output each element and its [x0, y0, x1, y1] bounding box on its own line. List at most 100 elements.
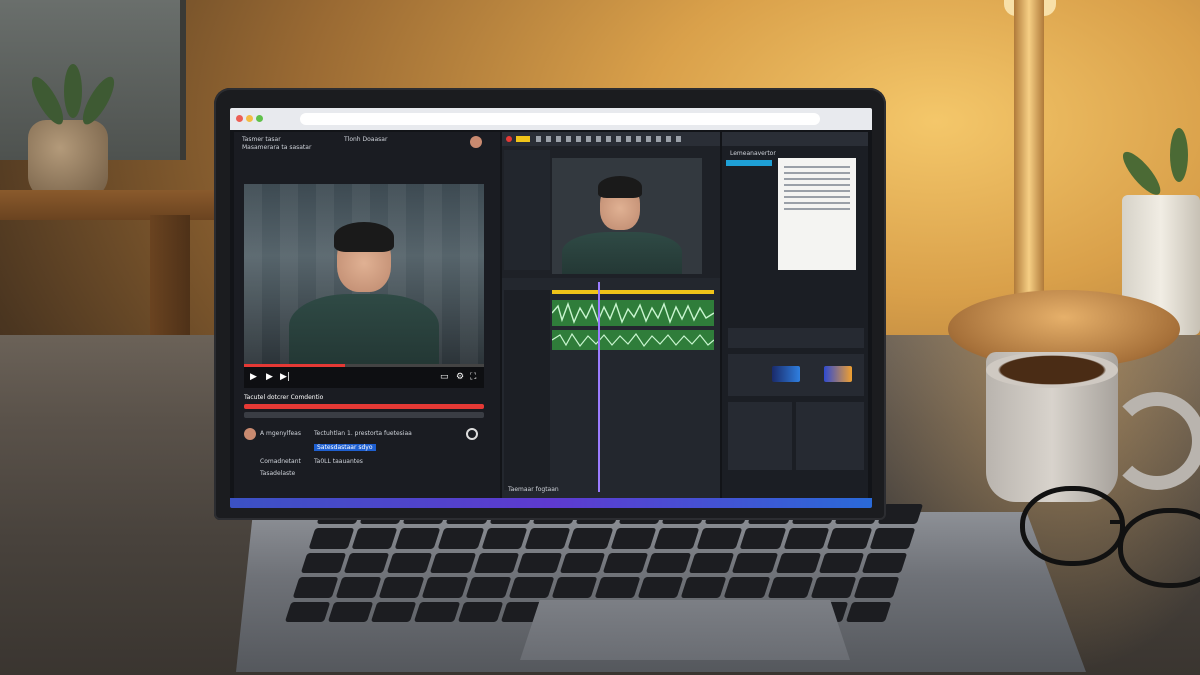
- video-editor-pane: Taemaar fogtaan: [502, 132, 720, 502]
- comment-text: Tectuhtlan 1. prestorta fuetesiaa: [314, 430, 412, 437]
- keyboard-key[interactable]: [696, 528, 743, 549]
- doc-line: [784, 184, 850, 186]
- editor-toolbar: [502, 132, 720, 146]
- keyboard-key[interactable]: [853, 577, 900, 598]
- keyboard-key[interactable]: [767, 577, 814, 598]
- audio-waveform-2[interactable]: [552, 330, 714, 350]
- keyboard-key[interactable]: [327, 601, 374, 622]
- record-icon[interactable]: [506, 136, 512, 142]
- keyboard-key[interactable]: [681, 577, 727, 598]
- preview-person-shirt: [562, 232, 682, 274]
- doc-line: [784, 172, 850, 174]
- keyboard-key[interactable]: [394, 528, 441, 549]
- keyboard-key[interactable]: [379, 577, 425, 598]
- keyboard-key[interactable]: [524, 528, 571, 549]
- document-list-selected[interactable]: [726, 160, 772, 166]
- orange-thumbnail[interactable]: [824, 366, 852, 382]
- keyboard-key[interactable]: [845, 601, 892, 622]
- video-frame[interactable]: [244, 184, 484, 364]
- keyboard-key[interactable]: [516, 552, 563, 574]
- keyboard-key[interactable]: [732, 552, 778, 574]
- channel-name[interactable]: Tlonh Doaasar: [344, 136, 424, 143]
- playhead[interactable]: [598, 282, 600, 492]
- skip-icon[interactable]: ▶|: [280, 372, 290, 382]
- keyboard-key[interactable]: [818, 552, 865, 574]
- comment-input[interactable]: [244, 412, 484, 418]
- keyboard-key[interactable]: [724, 577, 770, 598]
- keyboard-key[interactable]: [284, 601, 331, 622]
- keyboard-key[interactable]: [371, 601, 417, 622]
- player-controls: ▶ ▶ ▶| ▭ ⚙ ⛶: [244, 364, 484, 388]
- settings-icon[interactable]: ⚙: [456, 372, 464, 382]
- keyboard-key[interactable]: [688, 552, 735, 574]
- comment-highlight-bar: [244, 404, 484, 409]
- keyboard-key[interactable]: [637, 577, 684, 598]
- keyboard-key[interactable]: [308, 528, 355, 549]
- clip-list-right[interactable]: [796, 402, 864, 470]
- keyboard-key[interactable]: [594, 577, 641, 598]
- captions-icon[interactable]: ▭: [440, 372, 449, 382]
- audio-waveform-1[interactable]: [552, 300, 714, 326]
- preview-person-hair: [598, 176, 642, 198]
- avatar[interactable]: [470, 136, 482, 148]
- minimize-window-icon[interactable]: [246, 115, 253, 122]
- keyboard-key[interactable]: [465, 577, 512, 598]
- keyboard-key[interactable]: [610, 528, 657, 549]
- lamp-pole: [1014, 0, 1044, 300]
- keyboard-key[interactable]: [869, 528, 916, 549]
- keyboard-key[interactable]: [602, 552, 649, 574]
- keyboard-key[interactable]: [653, 528, 700, 549]
- play-icon[interactable]: ▶: [250, 372, 257, 382]
- plant-leaf: [1170, 128, 1188, 182]
- keyboard-key[interactable]: [551, 577, 598, 598]
- clip-list-left[interactable]: [728, 402, 792, 470]
- keyboard-key[interactable]: [343, 552, 390, 574]
- track-list[interactable]: [504, 290, 550, 490]
- keyboard-key[interactable]: [457, 601, 504, 622]
- keyboard-key[interactable]: [414, 601, 461, 622]
- document-toolbar: [722, 132, 868, 146]
- keyboard-key[interactable]: [438, 528, 484, 549]
- keyboard-key[interactable]: [386, 552, 433, 574]
- fullscreen-icon[interactable]: ⛶: [470, 372, 476, 382]
- keyboard-key[interactable]: [740, 528, 786, 549]
- blue-thumbnail[interactable]: [772, 366, 800, 382]
- keyboard-key[interactable]: [826, 528, 873, 549]
- keyboard-key[interactable]: [422, 577, 468, 598]
- document-page[interactable]: [778, 158, 856, 270]
- keyboard-key[interactable]: [508, 577, 555, 598]
- keyboard-key[interactable]: [473, 552, 520, 574]
- keyboard-key[interactable]: [430, 552, 476, 574]
- keyboard-key[interactable]: [645, 552, 692, 574]
- media-bin[interactable]: [504, 150, 550, 270]
- keyboard-key[interactable]: [292, 577, 339, 598]
- document-pane: Lemeanavertor: [722, 132, 868, 502]
- keyboard-key[interactable]: [775, 552, 822, 574]
- reply-button[interactable]: Satesdastaar sdyo: [314, 444, 376, 451]
- reply-icon[interactable]: [466, 428, 478, 440]
- keyboard-key[interactable]: [559, 552, 606, 574]
- keyboard-key[interactable]: [335, 577, 382, 598]
- work-area-bar[interactable]: [552, 290, 714, 294]
- progress-bar[interactable]: [244, 364, 484, 367]
- waveform-2-graphic: [552, 332, 714, 348]
- coffee-surface: [986, 352, 1118, 388]
- keyboard-key[interactable]: [567, 528, 614, 549]
- keyboard-key[interactable]: [351, 528, 398, 549]
- effects-toolbar[interactable]: [728, 328, 864, 348]
- keyboard-key[interactable]: [481, 528, 527, 549]
- tool-highlight[interactable]: [516, 136, 530, 142]
- tool-icons[interactable]: [536, 136, 686, 142]
- preview-monitor[interactable]: [552, 158, 702, 274]
- video-player-pane: Tasmer tasar Masamerara ta sasatar Tlonh…: [234, 132, 500, 502]
- keyboard-key[interactable]: [783, 528, 829, 549]
- timeline[interactable]: Taemaar fogtaan: [502, 278, 720, 498]
- keyboard-key[interactable]: [300, 552, 347, 574]
- close-window-icon[interactable]: [236, 115, 243, 122]
- keyboard-key[interactable]: [861, 552, 908, 574]
- keyboard-key[interactable]: [810, 577, 857, 598]
- address-bar[interactable]: [300, 113, 820, 125]
- next-icon[interactable]: ▶: [266, 372, 273, 382]
- trackpad[interactable]: [520, 600, 850, 660]
- maximize-window-icon[interactable]: [256, 115, 263, 122]
